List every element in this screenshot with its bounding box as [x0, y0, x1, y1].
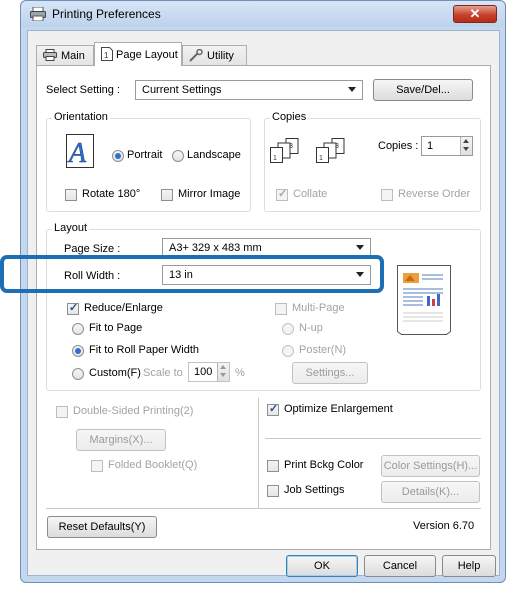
page-icon: 1: [101, 47, 113, 68]
n-up-label: N-up: [299, 322, 323, 334]
orientation-group-label: Orientation: [52, 111, 110, 123]
tab-utility[interactable]: Utility: [182, 45, 247, 66]
poster-radio[interactable]: [282, 345, 294, 357]
chevron-down-icon: [356, 245, 364, 250]
close-icon: ✕: [469, 6, 481, 21]
poster-label: Poster(N): [299, 344, 347, 356]
folded-booklet-label: Folded Booklet(Q): [108, 459, 198, 471]
chevron-down-icon: [348, 87, 356, 92]
details-button[interactable]: Details(K)...: [381, 481, 480, 503]
collate-checkbox[interactable]: [276, 187, 288, 201]
color-settings-button[interactable]: Color Settings(H)...: [381, 455, 480, 477]
portrait-label: Portrait: [127, 149, 163, 161]
copies-spinner-buttons[interactable]: [460, 137, 472, 155]
collated-pages-icon: 1 3 1 3: [270, 138, 354, 167]
layout-group-label: Layout: [52, 222, 90, 234]
tab-label: Page Layout: [116, 49, 178, 61]
copies-value: 1: [427, 140, 434, 152]
reduce-enlarge-label: Reduce/Enlarge: [84, 302, 163, 314]
window-title: Printing Preferences: [52, 7, 161, 21]
portrait-radio[interactable]: [112, 150, 124, 162]
page-size-value: A3+ 329 x 483 mm: [169, 242, 262, 254]
scale-value: 100: [194, 366, 213, 378]
reverse-order-checkbox[interactable]: [381, 189, 393, 201]
save-del-button[interactable]: Save/Del...: [373, 79, 473, 101]
scale-spinner-buttons[interactable]: [217, 363, 229, 381]
print-bckg-color-checkbox[interactable]: [267, 460, 279, 472]
portrait-page-icon: A: [66, 134, 94, 171]
mirror-image-label: Mirror Image: [178, 188, 241, 200]
optimize-enlargement-label: Optimize Enlargement: [284, 403, 393, 415]
select-setting-label: Select Setting :: [46, 84, 120, 96]
folded-booklet-checkbox[interactable]: [91, 460, 103, 472]
n-up-radio[interactable]: [282, 323, 294, 335]
scale-to-label: Scale to: [143, 367, 183, 379]
multi-page-label: Multi-Page: [292, 302, 345, 314]
settings-button[interactable]: Settings...: [292, 362, 368, 384]
mirror-image-checkbox[interactable]: [161, 189, 173, 201]
arrow-up-icon: [220, 365, 226, 369]
custom-label: Custom(F): [89, 367, 141, 379]
print-bckg-color-label: Print Bckg Color: [284, 459, 364, 471]
reverse-order-label: Reverse Order: [398, 188, 471, 200]
fit-roll-paper-label: Fit to Roll Paper Width: [89, 344, 200, 356]
copies-group-label: Copies: [270, 111, 309, 123]
copies-spinner[interactable]: 1: [421, 136, 473, 156]
tab-main[interactable]: Main: [36, 45, 94, 66]
arrow-down-icon: [220, 373, 226, 377]
landscape-label: Landscape: [187, 149, 241, 161]
landscape-radio[interactable]: [172, 150, 184, 162]
rotate-180-checkbox[interactable]: [65, 189, 77, 201]
tab-page-layout[interactable]: 1 Page Layout: [94, 42, 182, 66]
job-settings-label: Job Settings: [284, 484, 345, 496]
svg-text:A: A: [67, 138, 87, 168]
job-settings-checkbox[interactable]: [267, 485, 279, 497]
select-setting-value: Current Settings: [142, 84, 222, 96]
svg-text:1: 1: [273, 155, 277, 162]
page-size-label: Page Size :: [64, 243, 121, 255]
reset-defaults-button[interactable]: Reset Defaults(Y): [47, 516, 157, 538]
version-label: Version 6.70: [413, 520, 475, 532]
fit-to-page-radio[interactable]: [72, 323, 84, 335]
svg-text:3: 3: [289, 143, 293, 150]
fit-to-page-label: Fit to Page: [89, 322, 143, 334]
ok-button[interactable]: OK: [286, 555, 358, 577]
printer-icon: [30, 6, 46, 22]
margins-button[interactable]: Margins(X)...: [76, 429, 166, 451]
arrow-down-icon: [463, 147, 469, 151]
roll-width-highlight: [0, 255, 384, 293]
double-sided-checkbox[interactable]: [56, 406, 68, 418]
help-button[interactable]: Help: [442, 555, 496, 577]
scale-spinner[interactable]: 100: [188, 362, 230, 382]
reduce-enlarge-checkbox[interactable]: [67, 301, 79, 315]
close-button[interactable]: ✕: [453, 5, 497, 23]
arrow-up-icon: [463, 139, 469, 143]
svg-text:3: 3: [335, 143, 339, 150]
footer-separator: [46, 508, 481, 509]
rotate-180-label: Rotate 180°: [82, 188, 141, 200]
vertical-separator: [258, 398, 259, 508]
fit-roll-paper-radio[interactable]: [72, 345, 84, 357]
collate-label: Collate: [293, 188, 328, 200]
svg-text:1: 1: [104, 51, 109, 60]
optimize-enlargement-checkbox[interactable]: [267, 402, 279, 416]
tab-label: Utility: [207, 50, 234, 62]
copies-label: Copies :: [378, 140, 419, 152]
percent-label: %: [235, 367, 245, 379]
multi-page-checkbox[interactable]: [275, 303, 287, 315]
cancel-button[interactable]: Cancel: [364, 555, 436, 577]
layout-preview-icon: [397, 265, 451, 338]
select-setting-dropdown[interactable]: Current Settings: [135, 80, 363, 100]
double-sided-label: Double-Sided Printing(2): [73, 405, 194, 417]
custom-radio[interactable]: [72, 368, 84, 380]
tab-label: Main: [61, 50, 85, 62]
options-separator: [265, 438, 481, 439]
svg-text:1: 1: [319, 155, 323, 162]
